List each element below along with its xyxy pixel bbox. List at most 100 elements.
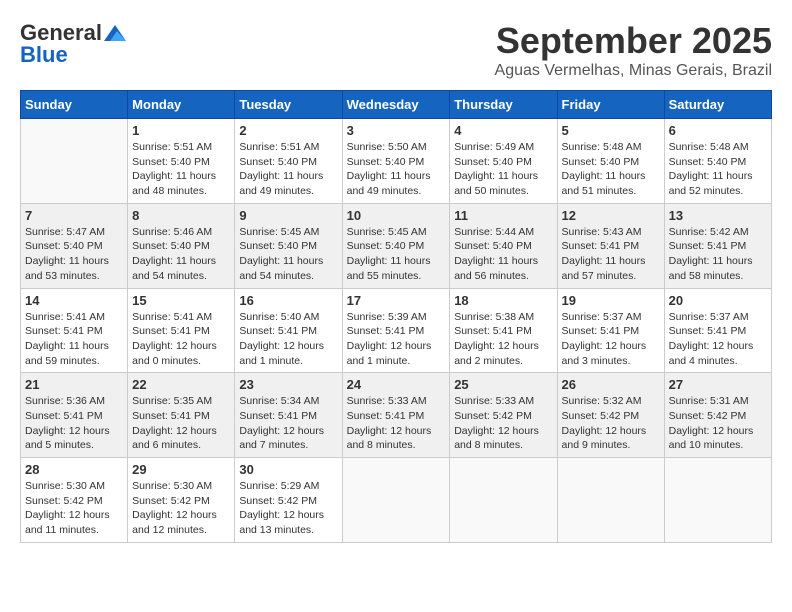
calendar-day-cell: 12Sunrise: 5:43 AM Sunset: 5:41 PM Dayli… (557, 203, 664, 288)
day-number: 25 (454, 377, 552, 392)
day-number: 9 (239, 208, 337, 223)
day-info: Sunrise: 5:45 AM Sunset: 5:40 PM Dayligh… (347, 225, 446, 284)
day-number: 3 (347, 123, 446, 138)
calendar-day-cell: 25 Sunrise: 5:33 AM Sunset: 5:42 PM Dayli… (450, 373, 557, 458)
calendar-day-cell: 4 Sunrise: 5:49 AM Sunset: 5:40 PM Daylig… (450, 119, 557, 204)
day-info: Sunrise: 5:37 AM Sunset: 5:41 PM Dayligh… (562, 310, 660, 369)
calendar-day-cell (664, 458, 771, 543)
day-number: 28 (25, 462, 123, 477)
day-number: 23 (239, 377, 337, 392)
location-title: Aguas Vermelhas, Minas Gerais, Brazil (495, 62, 772, 80)
day-number: 18 (454, 293, 552, 308)
day-info: Sunrise: 5:41 AM Sunset: 5:41 PM Dayligh… (25, 310, 123, 369)
calendar-day-cell: 28 Sunrise: 5:30 AM Sunset: 5:42 PM Dayli… (21, 458, 128, 543)
calendar-day-header: Friday (557, 91, 664, 119)
day-number: 21 (25, 377, 123, 392)
day-number: 5 (562, 123, 660, 138)
calendar-header-row: SundayMondayTuesdayWednesdayThursdayFrid… (21, 91, 772, 119)
calendar-day-cell: 29 Sunrise: 5:30 AM Sunset: 5:42 PM Dayli… (128, 458, 235, 543)
calendar-day-cell: 19 Sunrise: 5:37 AM Sunset: 5:41 PM Dayli… (557, 288, 664, 373)
day-info: Sunrise: 5:34 AM Sunset: 5:41 PM Dayligh… (239, 394, 337, 453)
day-number: 19 (562, 293, 660, 308)
day-number: 8 (132, 208, 230, 223)
day-number: 14 (25, 293, 123, 308)
day-info: Sunrise: 5:48 AM Sunset: 5:40 PM Dayligh… (562, 140, 660, 199)
day-info: Sunrise: 5:42 AM Sunset: 5:41 PM Dayligh… (669, 225, 767, 284)
day-info: Sunrise: 5:51 AM Sunset: 5:40 PM Dayligh… (239, 140, 337, 199)
calendar-week-row: 14 Sunrise: 5:41 AM Sunset: 5:41 PM Dayli… (21, 288, 772, 373)
day-number: 12 (562, 208, 660, 223)
day-number: 13 (669, 208, 767, 223)
day-info: Sunrise: 5:48 AM Sunset: 5:40 PM Dayligh… (669, 140, 767, 199)
calendar-day-cell: 9 Sunrise: 5:45 AM Sunset: 5:40 PM Daylig… (235, 203, 342, 288)
calendar-day-cell (450, 458, 557, 543)
day-info: Sunrise: 5:32 AM Sunset: 5:42 PM Dayligh… (562, 394, 660, 453)
logo-blue: Blue (20, 42, 68, 68)
calendar-day-cell: 20 Sunrise: 5:37 AM Sunset: 5:41 PM Dayli… (664, 288, 771, 373)
calendar-week-row: 1Sunrise: 5:51 AM Sunset: 5:40 PM Daylig… (21, 119, 772, 204)
month-title: September 2025 (495, 20, 772, 62)
calendar-day-cell (557, 458, 664, 543)
calendar-day-cell: 10Sunrise: 5:45 AM Sunset: 5:40 PM Dayli… (342, 203, 450, 288)
calendar-day-cell (342, 458, 450, 543)
day-info: Sunrise: 5:39 AM Sunset: 5:41 PM Dayligh… (347, 310, 446, 369)
day-info: Sunrise: 5:46 AM Sunset: 5:40 PM Dayligh… (132, 225, 230, 284)
page-header: General Blue September 2025 Aguas Vermel… (20, 20, 772, 80)
day-number: 22 (132, 377, 230, 392)
logo: General Blue (20, 20, 126, 68)
calendar-day-cell: 5 Sunrise: 5:48 AM Sunset: 5:40 PM Daylig… (557, 119, 664, 204)
calendar-day-cell: 15 Sunrise: 5:41 AM Sunset: 5:41 PM Dayli… (128, 288, 235, 373)
calendar-week-row: 28 Sunrise: 5:30 AM Sunset: 5:42 PM Dayli… (21, 458, 772, 543)
calendar-day-cell: 18Sunrise: 5:38 AM Sunset: 5:41 PM Dayli… (450, 288, 557, 373)
day-info: Sunrise: 5:51 AM Sunset: 5:40 PM Dayligh… (132, 140, 230, 199)
calendar-day-cell: 27Sunrise: 5:31 AM Sunset: 5:42 PM Dayli… (664, 373, 771, 458)
calendar-day-cell: 7Sunrise: 5:47 AM Sunset: 5:40 PM Daylig… (21, 203, 128, 288)
day-number: 29 (132, 462, 230, 477)
day-info: Sunrise: 5:33 AM Sunset: 5:41 PM Dayligh… (347, 394, 446, 453)
calendar-day-cell: 13 Sunrise: 5:42 AM Sunset: 5:41 PM Dayli… (664, 203, 771, 288)
calendar-day-header: Monday (128, 91, 235, 119)
calendar-day-cell: 1Sunrise: 5:51 AM Sunset: 5:40 PM Daylig… (128, 119, 235, 204)
day-info: Sunrise: 5:36 AM Sunset: 5:41 PM Dayligh… (25, 394, 123, 453)
day-number: 15 (132, 293, 230, 308)
calendar-day-cell: 30 Sunrise: 5:29 AM Sunset: 5:42 PM Dayli… (235, 458, 342, 543)
day-info: Sunrise: 5:37 AM Sunset: 5:41 PM Dayligh… (669, 310, 767, 369)
calendar-week-row: 21 Sunrise: 5:36 AM Sunset: 5:41 PM Dayli… (21, 373, 772, 458)
day-number: 2 (239, 123, 337, 138)
day-info: Sunrise: 5:40 AM Sunset: 5:41 PM Dayligh… (239, 310, 337, 369)
day-number: 17 (347, 293, 446, 308)
calendar-day-cell: 26 Sunrise: 5:32 AM Sunset: 5:42 PM Dayli… (557, 373, 664, 458)
day-info: Sunrise: 5:29 AM Sunset: 5:42 PM Dayligh… (239, 479, 337, 538)
calendar-day-cell: 3 Sunrise: 5:50 AM Sunset: 5:40 PM Daylig… (342, 119, 450, 204)
calendar-day-header: Tuesday (235, 91, 342, 119)
calendar-day-cell: 22 Sunrise: 5:35 AM Sunset: 5:41 PM Dayli… (128, 373, 235, 458)
calendar-day-header: Saturday (664, 91, 771, 119)
day-info: Sunrise: 5:41 AM Sunset: 5:41 PM Dayligh… (132, 310, 230, 369)
calendar-day-cell: 16Sunrise: 5:40 AM Sunset: 5:41 PM Dayli… (235, 288, 342, 373)
calendar-day-cell: 23 Sunrise: 5:34 AM Sunset: 5:41 PM Dayli… (235, 373, 342, 458)
day-info: Sunrise: 5:30 AM Sunset: 5:42 PM Dayligh… (132, 479, 230, 538)
day-number: 26 (562, 377, 660, 392)
day-info: Sunrise: 5:31 AM Sunset: 5:42 PM Dayligh… (669, 394, 767, 453)
day-number: 4 (454, 123, 552, 138)
day-info: Sunrise: 5:35 AM Sunset: 5:41 PM Dayligh… (132, 394, 230, 453)
day-info: Sunrise: 5:45 AM Sunset: 5:40 PM Dayligh… (239, 225, 337, 284)
day-info: Sunrise: 5:30 AM Sunset: 5:42 PM Dayligh… (25, 479, 123, 538)
day-number: 20 (669, 293, 767, 308)
day-info: Sunrise: 5:49 AM Sunset: 5:40 PM Dayligh… (454, 140, 552, 199)
calendar-day-header: Sunday (21, 91, 128, 119)
calendar-day-cell: 8 Sunrise: 5:46 AM Sunset: 5:40 PM Daylig… (128, 203, 235, 288)
calendar-day-cell: 21 Sunrise: 5:36 AM Sunset: 5:41 PM Dayli… (21, 373, 128, 458)
calendar-table: SundayMondayTuesdayWednesdayThursdayFrid… (20, 90, 772, 543)
title-area: September 2025 Aguas Vermelhas, Minas Ge… (495, 20, 772, 80)
day-number: 11 (454, 208, 552, 223)
day-number: 30 (239, 462, 337, 477)
calendar-day-header: Wednesday (342, 91, 450, 119)
day-info: Sunrise: 5:50 AM Sunset: 5:40 PM Dayligh… (347, 140, 446, 199)
day-info: Sunrise: 5:44 AM Sunset: 5:40 PM Dayligh… (454, 225, 552, 284)
logo-icon (104, 25, 126, 41)
day-info: Sunrise: 5:47 AM Sunset: 5:40 PM Dayligh… (25, 225, 123, 284)
calendar-day-cell: 6Sunrise: 5:48 AM Sunset: 5:40 PM Daylig… (664, 119, 771, 204)
calendar-week-row: 7Sunrise: 5:47 AM Sunset: 5:40 PM Daylig… (21, 203, 772, 288)
day-info: Sunrise: 5:33 AM Sunset: 5:42 PM Dayligh… (454, 394, 552, 453)
